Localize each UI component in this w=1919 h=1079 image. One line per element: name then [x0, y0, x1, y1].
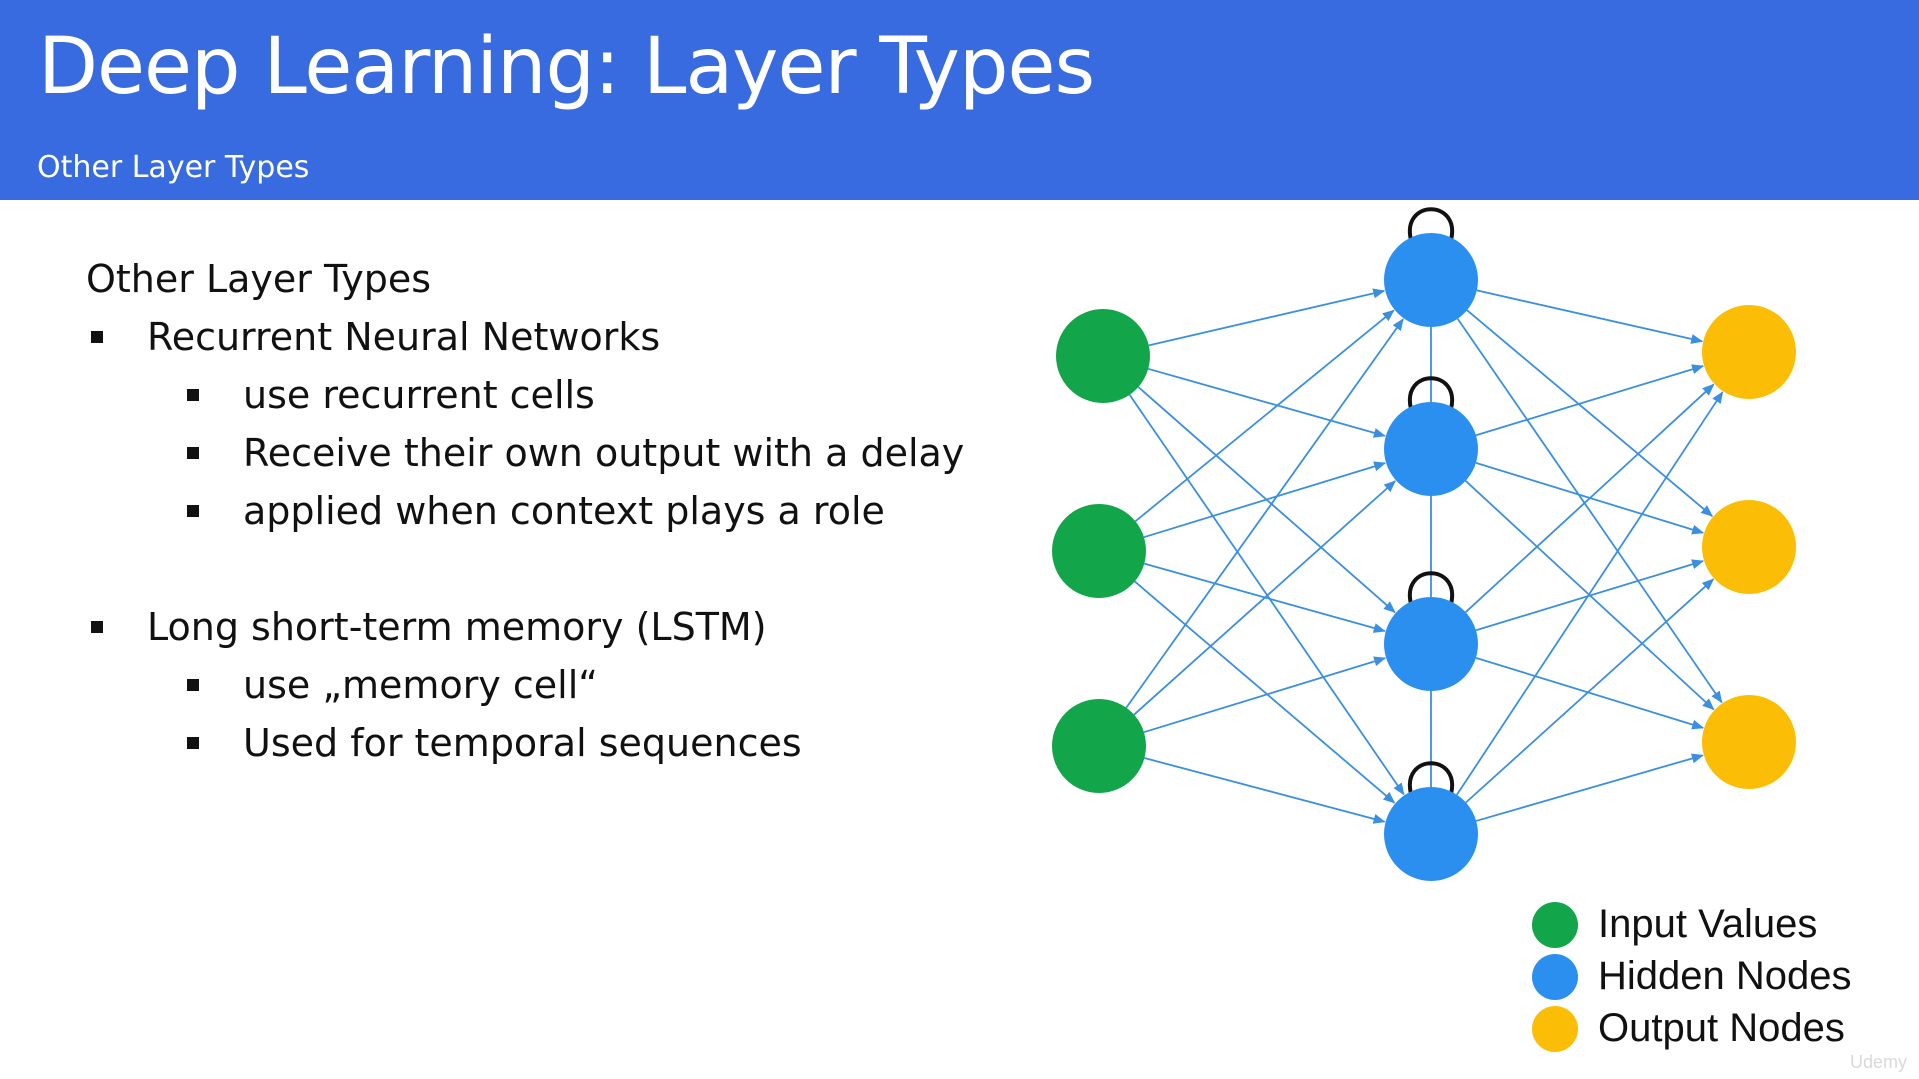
- input-node-1: [1052, 504, 1146, 598]
- edge-input-0-hidden-3: [1128, 394, 1405, 796]
- edge-hidden-0-output-1: [1466, 309, 1714, 517]
- legend-dot-input: [1532, 902, 1578, 948]
- edge-hidden-2-output-0: [1465, 383, 1715, 613]
- edge-hidden-3-output-0: [1456, 391, 1724, 796]
- output-node-2: [1702, 695, 1796, 789]
- legend-dot-hidden: [1532, 954, 1578, 1000]
- edge-hidden-3-output-1: [1465, 578, 1715, 804]
- input-node-0: [1056, 309, 1150, 403]
- hidden-node-0: [1384, 233, 1478, 327]
- input-node-2: [1052, 699, 1146, 793]
- hidden-node-1: [1384, 402, 1478, 496]
- legend: Input Values Hidden Nodes Output Nodes: [1532, 898, 1852, 1054]
- legend-item-output: Output Nodes: [1532, 1002, 1852, 1054]
- edge-input-2-hidden-2: [1143, 656, 1387, 734]
- edge-hidden-3-output-2: [1475, 753, 1704, 822]
- output-node-0: [1702, 305, 1796, 399]
- output-node-1: [1702, 500, 1796, 594]
- hidden-node-2: [1384, 597, 1478, 691]
- connection-edges: [1125, 288, 1724, 824]
- slide: Deep Learning: Layer Types Other Layer T…: [0, 0, 1919, 1079]
- hidden-node-3: [1384, 787, 1478, 881]
- network-nodes: [1052, 233, 1796, 881]
- legend-label-input: Input Values: [1598, 902, 1818, 946]
- edge-input-2-hidden-0: [1125, 318, 1404, 709]
- edge-input-0-hidden-0: [1148, 288, 1386, 347]
- udemy-watermark: Udemy: [1849, 1052, 1907, 1072]
- edge-input-2-hidden-1: [1133, 480, 1396, 716]
- legend-item-hidden: Hidden Nodes: [1532, 950, 1852, 1002]
- edge-input-1-hidden-1: [1143, 461, 1387, 539]
- legend-label-output: Output Nodes: [1598, 1006, 1845, 1050]
- edge-input-1-hidden-3: [1134, 580, 1396, 804]
- legend-dot-output: [1532, 1006, 1578, 1052]
- edge-input-2-hidden-3: [1144, 757, 1386, 824]
- legend-label-hidden: Hidden Nodes: [1598, 954, 1852, 998]
- legend-item-input: Input Values: [1532, 898, 1852, 950]
- edge-hidden-0-output-0: [1476, 289, 1704, 344]
- edge-input-1-hidden-0: [1134, 309, 1395, 522]
